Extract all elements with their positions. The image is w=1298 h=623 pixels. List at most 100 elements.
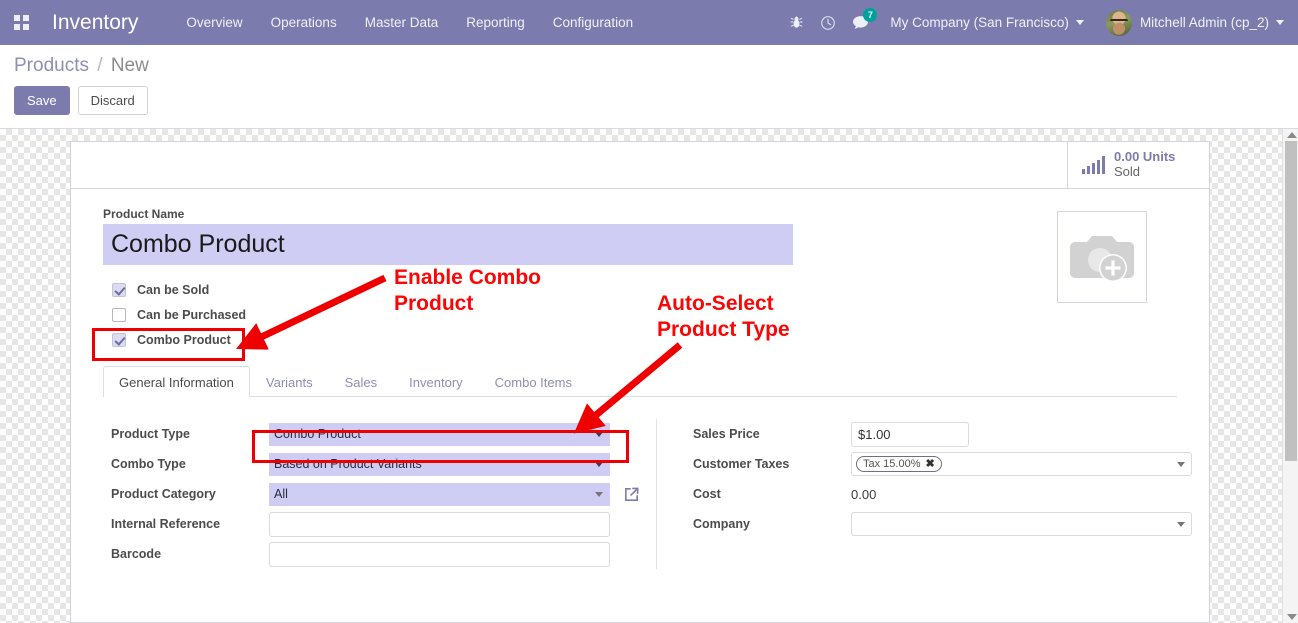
tab-inventory[interactable]: Inventory	[393, 366, 478, 397]
breadcrumb-separator: /	[97, 55, 102, 76]
bar-chart-icon	[1082, 156, 1105, 174]
tab-variants[interactable]: Variants	[250, 366, 329, 397]
menu-item-reporting[interactable]: Reporting	[452, 0, 539, 45]
product-type-label: Product Type	[111, 427, 269, 441]
product-category-label: Product Category	[111, 487, 269, 501]
field-row-product-type: Product Type Combo Product	[111, 419, 656, 449]
chevron-down-icon	[595, 492, 603, 497]
product-category-select[interactable]: All	[269, 483, 610, 506]
save-button[interactable]: Save	[14, 86, 70, 115]
remove-tag-icon[interactable]: ✖	[925, 459, 934, 470]
sold-stat-value: 0.00 Units	[1114, 149, 1175, 164]
message-count-badge: 7	[863, 8, 877, 22]
menu-item-configuration[interactable]: Configuration	[539, 0, 647, 45]
checkbox-row-can-be-purchased[interactable]: Can be Purchased	[103, 302, 1057, 327]
sales-price-input[interactable]	[851, 422, 969, 447]
control-panel: Products / New Save Discard	[0, 45, 1298, 129]
field-row-sales-price: Sales Price	[693, 419, 1196, 449]
menu-item-overview[interactable]: Overview	[172, 0, 256, 45]
tax-tag-label: Tax 15.00%	[863, 458, 920, 470]
tab-general-information[interactable]: General Information	[103, 366, 250, 397]
barcode-input[interactable]	[269, 542, 610, 567]
combo-type-select[interactable]: Based on Product Variants	[269, 453, 610, 476]
vertical-scrollbar[interactable]	[1282, 129, 1298, 623]
combo-type-value: Based on Product Variants	[274, 457, 422, 471]
chevron-down-icon	[595, 462, 603, 467]
bug-icon[interactable]	[780, 0, 812, 45]
field-row-product-category: Product Category All	[111, 479, 656, 509]
barcode-label: Barcode	[111, 547, 269, 561]
top-navbar: Inventory Overview Operations Master Dat…	[0, 0, 1298, 45]
navbar-right-tools: 7 My Company (San Francisco) Mitchell Ad…	[780, 0, 1298, 45]
company-label: Company	[693, 517, 851, 531]
field-row-customer-taxes: Customer Taxes Tax 15.00% ✖	[693, 449, 1196, 479]
field-row-barcode: Barcode	[111, 539, 656, 569]
tab-combo-items[interactable]: Combo Items	[479, 366, 588, 397]
control-panel-buttons: Save Discard	[14, 86, 1284, 115]
title-column: Product Name Can be Sold Can be Purchase…	[103, 207, 1057, 352]
scroll-up-arrow[interactable]	[1287, 132, 1297, 138]
notebook-tabs: General Information Variants Sales Inven…	[103, 366, 1177, 397]
can-be-purchased-checkbox[interactable]	[112, 308, 126, 322]
company-select[interactable]	[851, 512, 1192, 536]
breadcrumb: Products / New	[14, 55, 1284, 77]
cost-label: Cost	[693, 487, 851, 501]
tab-sales[interactable]: Sales	[329, 366, 394, 397]
form-column-left: Product Type Combo Product Combo Type	[111, 419, 656, 569]
avatar	[1106, 10, 1132, 36]
vertical-scrollbar-thumb[interactable]	[1285, 141, 1297, 461]
external-link-icon[interactable]	[623, 486, 640, 503]
menu-item-operations[interactable]: Operations	[257, 0, 351, 45]
chevron-down-icon	[1276, 20, 1284, 25]
sales-price-label: Sales Price	[693, 427, 851, 441]
field-row-internal-reference: Internal Reference	[111, 509, 656, 539]
general-information-panel: Product Type Combo Product Combo Type	[103, 419, 1177, 569]
breadcrumb-products[interactable]: Products	[14, 55, 89, 76]
customer-taxes-label: Customer Taxes	[693, 457, 851, 471]
chevron-down-icon	[1177, 462, 1185, 467]
sold-stat-label: Sold	[1114, 164, 1140, 179]
stat-button-bar: 0.00 Units Sold	[71, 142, 1209, 189]
checkbox-row-combo-product[interactable]: Combo Product	[103, 327, 1057, 352]
company-switcher[interactable]: My Company (San Francisco)	[876, 15, 1098, 30]
product-flags-group: Can be Sold Can be Purchased Combo Produ…	[103, 277, 1057, 352]
field-row-combo-type: Combo Type Based on Product Variants	[111, 449, 656, 479]
chat-bubble-icon[interactable]: 7	[844, 0, 876, 45]
user-name: Mitchell Admin (cp_2)	[1140, 15, 1269, 30]
form-column-right: Sales Price Customer Taxes Tax 15.00%	[656, 419, 1196, 569]
chevron-down-icon	[1076, 20, 1084, 25]
checkbox-row-can-be-sold[interactable]: Can be Sold	[103, 277, 1057, 302]
scroll-down-arrow[interactable]	[1287, 614, 1297, 620]
combo-product-label: Combo Product	[137, 333, 231, 347]
product-type-value: Combo Product	[274, 427, 361, 441]
clock-icon[interactable]	[812, 0, 844, 45]
discard-button[interactable]: Discard	[78, 86, 148, 115]
notebook: General Information Variants Sales Inven…	[103, 366, 1177, 569]
field-row-cost: Cost 0.00	[693, 479, 1196, 509]
apps-grid-icon[interactable]	[0, 0, 42, 45]
can-be-sold-checkbox[interactable]	[112, 283, 126, 297]
can-be-sold-label: Can be Sold	[137, 283, 209, 297]
sheet-body: Product Name Can be Sold Can be Purchase…	[71, 189, 1209, 593]
product-type-select[interactable]: Combo Product	[269, 423, 610, 446]
title-row: Product Name Can be Sold Can be Purchase…	[103, 207, 1177, 352]
can-be-purchased-label: Can be Purchased	[137, 308, 246, 322]
form-sheet: 0.00 Units Sold Product Name Can be Sold	[70, 141, 1210, 623]
field-row-company: Company	[693, 509, 1196, 539]
internal-reference-input[interactable]	[269, 512, 610, 537]
tax-tag[interactable]: Tax 15.00% ✖	[856, 456, 942, 472]
product-name-input[interactable]	[103, 224, 793, 265]
customer-taxes-field[interactable]: Tax 15.00% ✖	[851, 452, 1192, 476]
app-brand-name[interactable]: Inventory	[52, 11, 138, 35]
user-menu[interactable]: Mitchell Admin (cp_2)	[1098, 10, 1298, 36]
product-image-upload[interactable]	[1057, 211, 1147, 303]
combo-product-checkbox[interactable]	[112, 333, 126, 347]
sold-stat-button[interactable]: 0.00 Units Sold	[1067, 142, 1209, 188]
main-menu: Overview Operations Master Data Reportin…	[172, 0, 647, 45]
company-name: My Company (San Francisco)	[890, 15, 1069, 30]
cost-value: 0.00	[851, 487, 876, 502]
image-column	[1057, 207, 1177, 352]
menu-item-master-data[interactable]: Master Data	[351, 0, 453, 45]
camera-add-icon	[1069, 228, 1135, 286]
chevron-down-icon	[1177, 522, 1185, 527]
